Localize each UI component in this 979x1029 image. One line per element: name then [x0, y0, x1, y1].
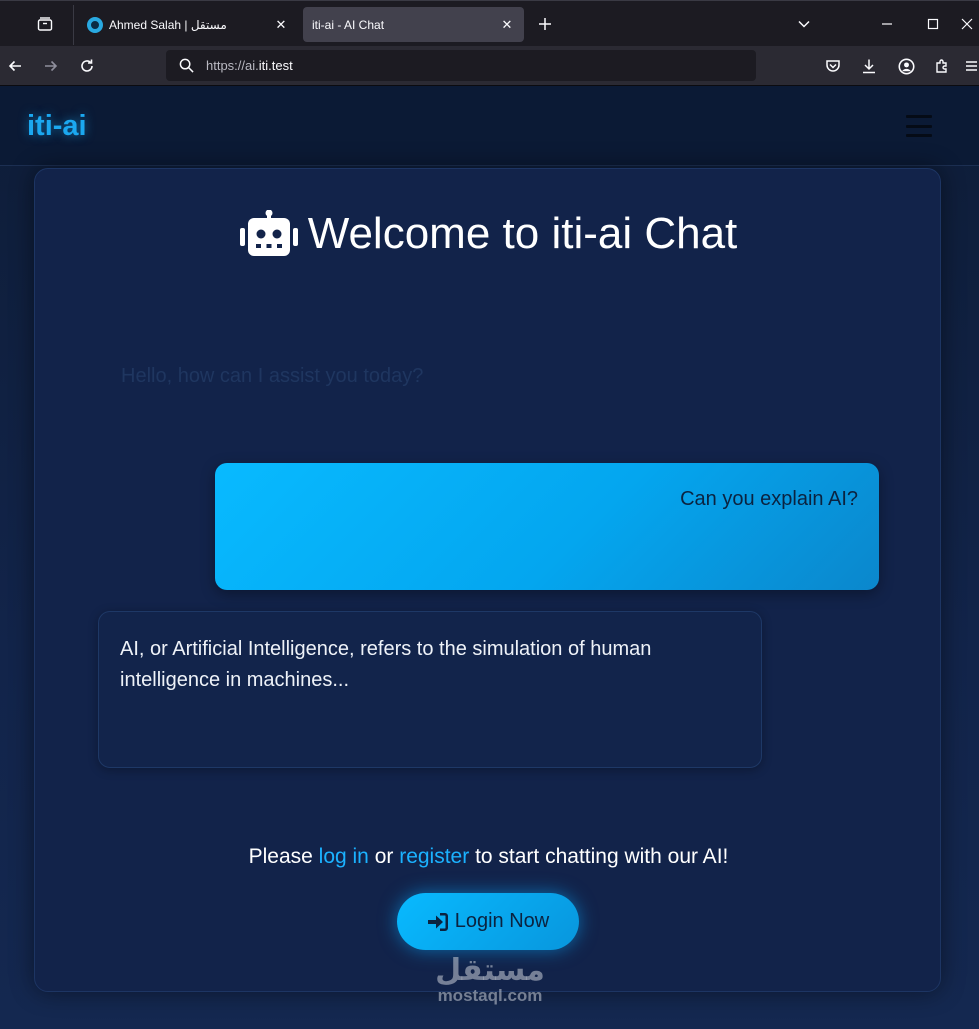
register-link[interactable]: register: [399, 845, 469, 868]
mostaql-watermark: مستقل mostaql.com: [430, 956, 550, 1006]
url-text: https://ai.iti.test: [206, 58, 293, 73]
page-title: Welcome to iti-ai Chat: [35, 209, 942, 259]
browser-nav-bar: https://ai.iti.test: [0, 46, 979, 86]
login-now-button[interactable]: Login Now: [397, 893, 579, 950]
login-now-label: Login Now: [454, 910, 550, 932]
back-arrow-icon[interactable]: [2, 53, 28, 79]
site-brand-logo[interactable]: iti-ai: [27, 110, 87, 143]
hamburger-menu-icon[interactable]: [906, 115, 932, 137]
minimize-window-icon[interactable]: [875, 12, 899, 36]
tab-list-icon[interactable]: [32, 11, 58, 37]
browser-tab-bar: Ahmed Salah | مستقل ✕ iti-ai - AI Chat ✕: [0, 0, 979, 46]
close-tab-icon[interactable]: ✕: [498, 16, 516, 34]
address-bar[interactable]: https://ai.iti.test: [166, 50, 756, 81]
maximize-window-icon[interactable]: [921, 12, 945, 36]
app-menu-icon[interactable]: [962, 53, 979, 79]
account-icon[interactable]: [893, 53, 919, 79]
tab-title: iti-ai - AI Chat: [312, 17, 385, 32]
extensions-icon[interactable]: [929, 53, 955, 79]
login-prompt: Please log in or register to start chatt…: [248, 845, 729, 868]
watermark-site: mostaql.com: [437, 986, 543, 1005]
download-icon[interactable]: [856, 53, 882, 79]
browser-tab-mostaql[interactable]: Ahmed Salah | مستقل ✕: [80, 7, 298, 42]
tab-separator: [73, 5, 74, 45]
ai-message-bubble: AI, or Artificial Intelligence, refers t…: [98, 611, 762, 768]
watermark-logo: مستقل: [435, 953, 545, 988]
robot-icon: [239, 210, 298, 258]
web-page: iti-ai Welcome to iti-ai Chat Hello, how…: [0, 86, 979, 1029]
new-tab-plus-icon[interactable]: [533, 12, 557, 36]
chat-card: Welcome to iti-ai Chat Hello, how can I …: [34, 168, 941, 992]
ai-message-text: AI, or Artificial Intelligence, refers t…: [120, 638, 652, 691]
site-header: iti-ai: [0, 86, 979, 166]
user-message-bubble: Can you explain AI?: [215, 463, 879, 590]
chevron-down-icon[interactable]: [792, 12, 816, 36]
browser-tab-iti-ai[interactable]: iti-ai - AI Chat ✕: [303, 7, 524, 42]
reload-icon[interactable]: [74, 53, 100, 79]
close-tab-icon[interactable]: ✕: [272, 16, 290, 34]
search-icon: [166, 58, 206, 73]
forward-arrow-icon[interactable]: [38, 53, 64, 79]
pocket-icon[interactable]: [820, 53, 846, 79]
chat-title-text: Welcome to iti-ai Chat: [307, 209, 738, 258]
sign-in-icon: [427, 912, 449, 932]
chat-placeholder-text: Hello, how can I assist you today?: [121, 365, 424, 387]
tab-title: Ahmed Salah | مستقل: [109, 17, 227, 32]
mostaql-favicon-icon: [87, 16, 103, 33]
user-message-text: Can you explain AI?: [680, 488, 858, 510]
close-window-icon[interactable]: [955, 12, 979, 36]
login-link[interactable]: log in: [319, 845, 369, 868]
